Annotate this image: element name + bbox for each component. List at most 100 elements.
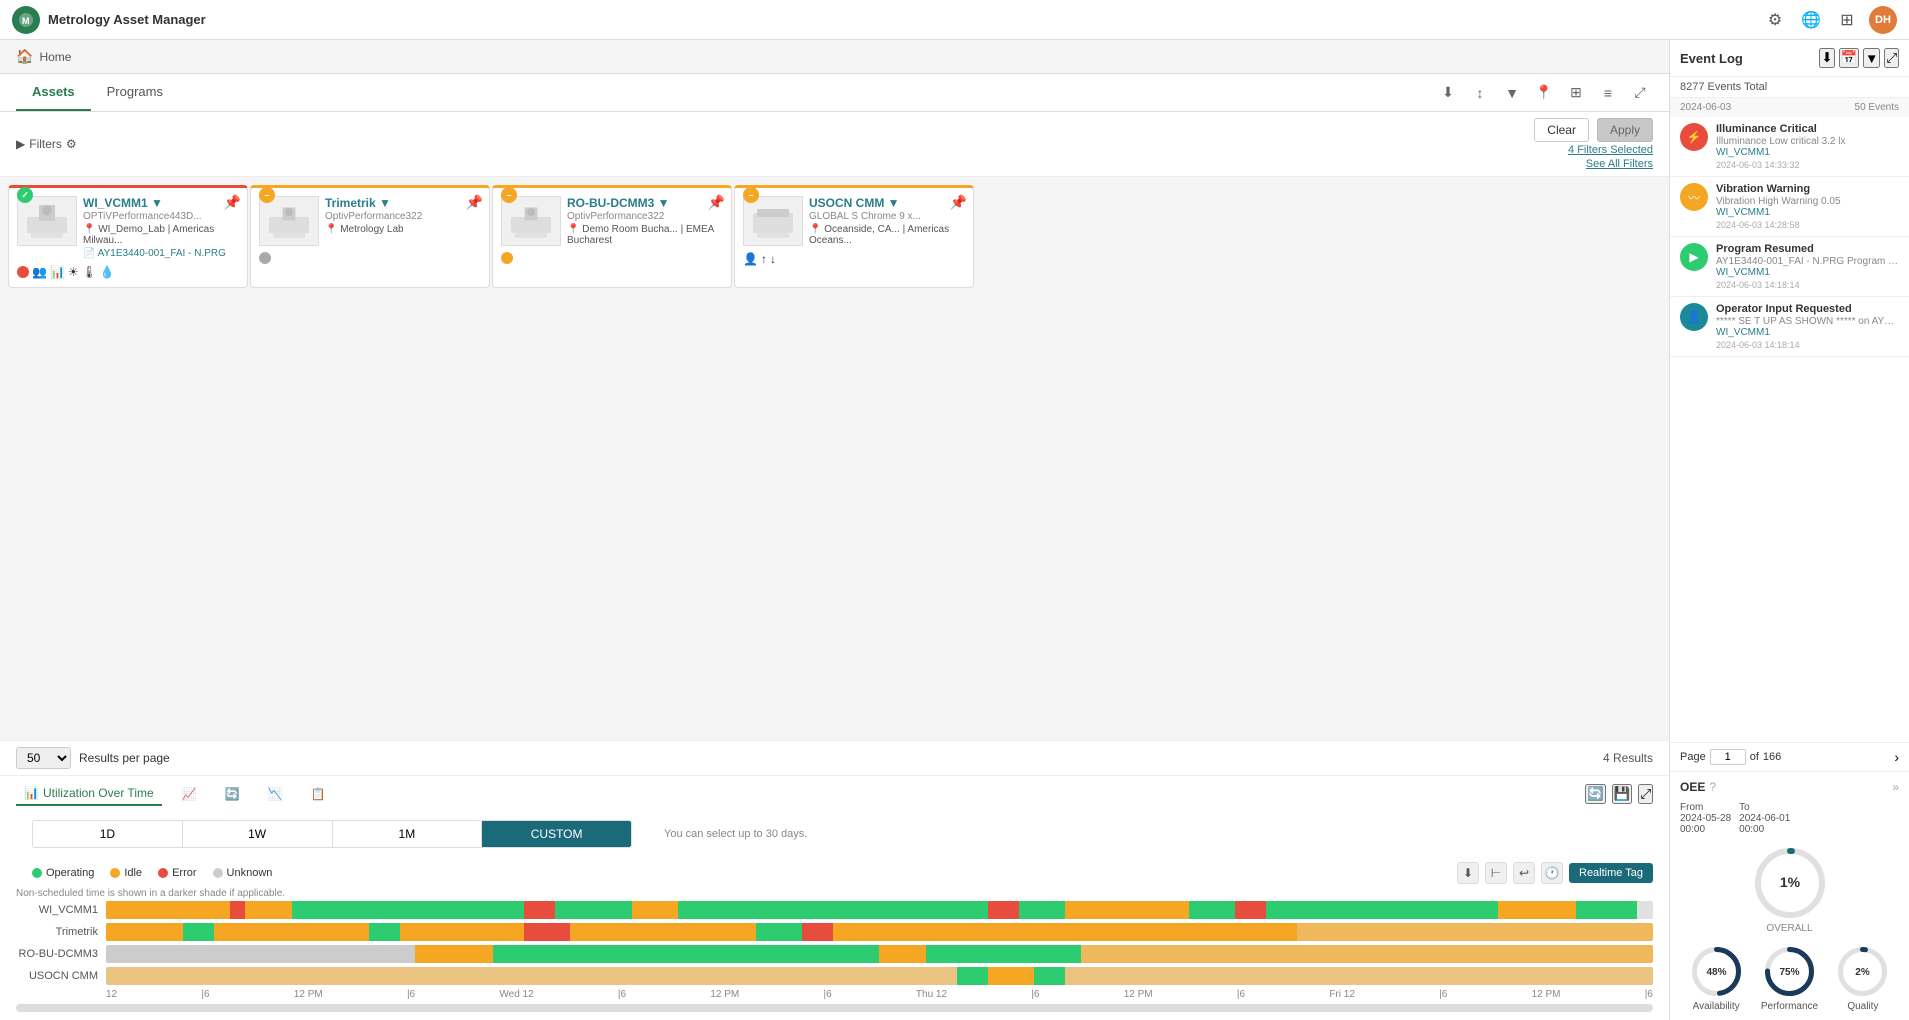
chart-tab-4[interactable]: 📉 xyxy=(260,783,291,805)
download-icon[interactable]: ⬇ xyxy=(1457,862,1479,884)
asset-card-ro-bu-dcmm3[interactable]: – 📌 RO-BU-DCMM3 ▼ xyxy=(492,185,732,288)
event-desc-vibration: Vibration High Warning 0.05 xyxy=(1716,196,1899,207)
asset-name-ro-bu-dcmm3: RO-BU-DCMM3 ▼ xyxy=(567,196,723,210)
undo-icon[interactable]: ↩ xyxy=(1513,862,1535,884)
xaxis-label-5: Wed 12 xyxy=(499,989,533,1000)
legend-error: Error xyxy=(172,867,196,879)
events-list: ⚡ Illuminance Critical Illuminance Low c… xyxy=(1670,117,1909,742)
brand-logo: M xyxy=(12,6,40,34)
oee-to-date: 2024-06-01 xyxy=(1739,813,1790,824)
pin-icon-usocn-cmm[interactable]: 📌 xyxy=(950,194,967,211)
pin-icon-wi-vcmm1[interactable]: 📌 xyxy=(224,194,241,211)
list-view-icon[interactable]: ≡ xyxy=(1595,80,1621,106)
realtime-tag-button[interactable]: Realtime Tag xyxy=(1569,863,1653,883)
event-link-illuminance[interactable]: WI_VCMM1 xyxy=(1716,147,1899,158)
tab-programs[interactable]: Programs xyxy=(91,74,179,111)
asset-image-ro-bu-dcmm3 xyxy=(501,196,561,246)
clock-icon[interactable]: 🕐 xyxy=(1541,862,1563,884)
tabs-bar: Assets Programs ⬇ ↕ ▼ 📍 ⊞ ≡ ⤢ xyxy=(0,74,1669,112)
time-range-note: You can select up to 30 days. xyxy=(664,828,807,840)
asset-program-wi-vcmm1: 📄 AY1E3440-001_FAI - N.PRG xyxy=(83,248,239,259)
filters-toggle[interactable]: ▶ Filters ⚙ xyxy=(16,137,77,151)
time-btn-custom[interactable]: CUSTOM xyxy=(482,821,631,847)
location-icon[interactable]: 📍 xyxy=(1531,80,1557,106)
page-input[interactable] xyxy=(1710,749,1746,765)
svg-text:1%: 1% xyxy=(1779,874,1800,890)
event-title-operator-input: Operator Input Requested xyxy=(1716,303,1899,315)
settings-icon[interactable]: ⚙ xyxy=(1761,6,1789,34)
event-title-illuminance: Illuminance Critical xyxy=(1716,123,1899,135)
asset-card-usocn-cmm[interactable]: – 📌 USOCN CMM ▼ GLOBAL S Chrom xyxy=(734,185,974,288)
pin-icon-ro-bu-dcmm3[interactable]: 📌 xyxy=(708,194,725,211)
chart-tab-3[interactable]: 🔄 xyxy=(217,783,248,805)
refresh-chart-icon[interactable]: 🔄 xyxy=(1585,784,1606,804)
avatar[interactable]: DH xyxy=(1869,6,1897,34)
event-date-count: 50 Events xyxy=(1855,102,1899,113)
event-item-operator-input[interactable]: 👤 Operator Input Requested ***** SE T UP… xyxy=(1670,297,1909,357)
next-page-button[interactable]: › xyxy=(1894,749,1899,765)
results-count: 4 Results xyxy=(1603,751,1653,765)
expand-view-icon[interactable]: ⤢ xyxy=(1627,80,1653,106)
event-log-expand-icon[interactable]: ⤢ xyxy=(1884,48,1899,68)
status-dot-orange xyxy=(501,252,513,264)
down-icon-usocn: ↓ xyxy=(770,252,776,266)
grid-icon[interactable]: ⊞ xyxy=(1833,6,1861,34)
bar-icon: 📊 xyxy=(50,265,65,279)
filters-selected-text[interactable]: 4 Filters Selected xyxy=(1568,144,1653,156)
clear-button[interactable]: Clear xyxy=(1534,118,1589,142)
chart-tab-2[interactable]: 📈 xyxy=(174,783,205,805)
expand-chart-icon[interactable]: ⤢ xyxy=(1638,784,1653,804)
chart-tab-5[interactable]: 📋 xyxy=(303,783,334,805)
asset-model-ro-bu-dcmm3: OptivPerformance322 xyxy=(567,211,723,222)
event-link-operator-input[interactable]: WI_VCMM1 xyxy=(1716,327,1899,338)
event-item-vibration[interactable]: 〰 Vibration Warning Vibration High Warni… xyxy=(1670,177,1909,237)
oee-expand-icon[interactable]: » xyxy=(1892,780,1899,794)
oee-sub-circles: 48% Availability 75% Performance xyxy=(1680,944,1899,1012)
gantt-label-trimetrik: Trimetrik xyxy=(16,926,106,938)
asset-model-usocn-cmm: GLOBAL S Chrome 9 x... xyxy=(809,211,965,222)
event-item-program-resumed[interactable]: ▶ Program Resumed AY1E3440-001_FAI - N.P… xyxy=(1670,237,1909,297)
xaxis-label-3: 12 PM xyxy=(294,989,323,1000)
see-all-filters[interactable]: See All Filters xyxy=(1586,158,1653,170)
utilization-chart-icon: 📊 xyxy=(24,786,39,800)
grid-view-icon[interactable]: ⊞ xyxy=(1563,80,1589,106)
chart-tab-utilization[interactable]: 📊 Utilization Over Time xyxy=(16,782,162,806)
export-icon[interactable]: ⬇ xyxy=(1435,80,1461,106)
gantt-label-ro-bu-dcmm3: RO-BU-DCMM3 xyxy=(16,948,106,960)
oee-availability: 48% Availability xyxy=(1689,944,1744,1012)
person-icon-usocn: 👤 xyxy=(743,252,758,266)
event-log-calendar-icon[interactable]: 📅 xyxy=(1839,48,1860,68)
xaxis-label-7: 12 PM xyxy=(710,989,739,1000)
filters-bar: ▶ Filters ⚙ Clear Apply 4 Filters Select… xyxy=(0,112,1669,177)
charts-section: 📊 Utilization Over Time 📈 🔄 📉 📋 🔄 💾 ⤢ xyxy=(0,775,1669,1020)
tab-assets[interactable]: Assets xyxy=(16,74,91,111)
oee-overall-label: OVERALL xyxy=(1766,923,1812,934)
event-link-program-resumed[interactable]: WI_VCMM1 xyxy=(1716,267,1899,278)
save-chart-icon[interactable]: 💾 xyxy=(1612,784,1633,804)
event-log-filter-icon[interactable]: ▼ xyxy=(1863,48,1880,68)
per-page-select[interactable]: 50 25 100 xyxy=(16,747,71,769)
event-pagination: Page of 166 › xyxy=(1670,742,1909,771)
time-btn-1m[interactable]: 1M xyxy=(333,821,483,847)
oee-quality-label: Quality xyxy=(1847,1001,1878,1012)
collapse-icon[interactable]: ⊢ xyxy=(1485,862,1507,884)
event-time-operator-input: 2024-06-03 14:18:14 xyxy=(1716,340,1899,350)
gantt-area: WI_VCMM1 xyxy=(0,901,1669,1000)
asset-image-trimetrik xyxy=(259,196,319,246)
asset-card-trimetrik[interactable]: – 📌 Trimetrik ▼ xyxy=(250,185,490,288)
oee-help-icon[interactable]: ? xyxy=(1709,780,1716,794)
gantt-scrollbar[interactable] xyxy=(16,1004,1653,1012)
time-btn-1d[interactable]: 1D xyxy=(33,821,183,847)
asset-card-wi-vcmm1[interactable]: ✓ 📌 WI_VCMM1 ▼ xyxy=(8,185,248,288)
sort-icon[interactable]: ↕ xyxy=(1467,80,1493,106)
event-item-illuminance[interactable]: ⚡ Illuminance Critical Illuminance Low c… xyxy=(1670,117,1909,177)
pin-icon-trimetrik[interactable]: 📌 xyxy=(466,194,483,211)
globe-icon[interactable]: 🌐 xyxy=(1797,6,1825,34)
apply-button[interactable]: Apply xyxy=(1597,118,1653,142)
status-dot-red xyxy=(17,266,29,278)
xaxis-label-9: Thu 12 xyxy=(916,989,947,1000)
event-log-export-icon[interactable]: ⬇ xyxy=(1819,48,1834,68)
event-link-vibration[interactable]: WI_VCMM1 xyxy=(1716,207,1899,218)
filter-icon[interactable]: ▼ xyxy=(1499,80,1525,106)
time-btn-1w[interactable]: 1W xyxy=(183,821,333,847)
